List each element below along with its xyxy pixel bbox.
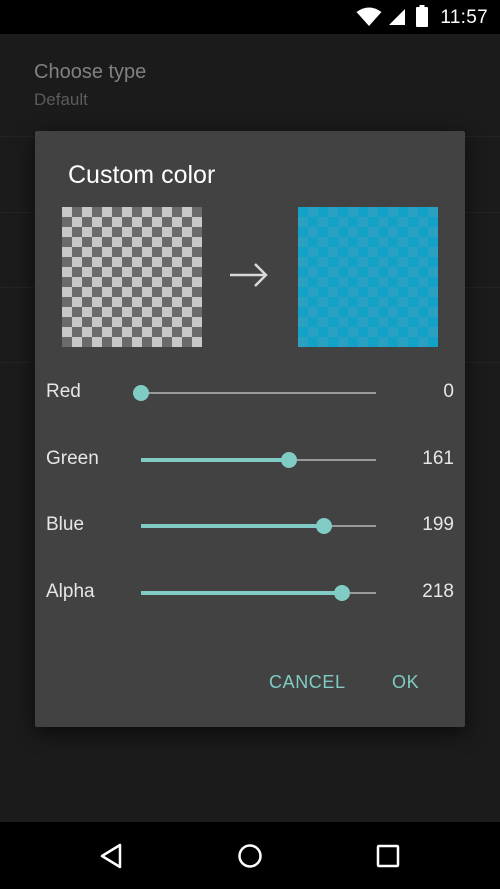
slider-thumb[interactable] — [316, 518, 333, 534]
cancel-button[interactable]: CANCEL — [269, 672, 346, 693]
status-bar: 11:57 — [0, 0, 500, 34]
slider-thumb[interactable] — [333, 585, 350, 601]
status-time: 11:57 — [440, 7, 488, 28]
slider-value: 199 — [422, 514, 454, 535]
custom-color-dialog: Custom color Red 0 Green 161 Blue 199 Al… — [35, 131, 465, 727]
slider-row-red: Red 0 — [35, 373, 465, 413]
slider-row-green: Green 161 — [35, 440, 465, 480]
recents-icon[interactable] — [376, 844, 400, 868]
battery-icon — [416, 5, 428, 27]
blue-slider[interactable] — [141, 518, 376, 534]
slider-value: 0 — [443, 381, 454, 402]
slider-label: Green — [46, 448, 99, 469]
screen: 11:57 Choose type Default Custom color R… — [0, 0, 500, 889]
green-slider[interactable] — [141, 452, 376, 468]
slider-thumb[interactable] — [281, 452, 298, 468]
slider-row-blue: Blue 199 — [35, 506, 465, 546]
slider-fill — [141, 524, 325, 528]
slider-label: Red — [46, 381, 81, 402]
dialog-title: Custom color — [68, 161, 216, 189]
slider-value: 218 — [422, 581, 454, 602]
red-slider[interactable] — [133, 385, 376, 401]
slider-thumb[interactable] — [133, 385, 149, 401]
back-icon[interactable] — [99, 843, 125, 869]
slider-label: Alpha — [46, 581, 95, 602]
navigation-bar — [0, 822, 500, 889]
slider-fill — [141, 591, 342, 595]
slider-label: Blue — [46, 514, 85, 535]
wifi-icon — [356, 7, 382, 26]
new-color-preview — [298, 207, 438, 347]
ok-button[interactable]: OK — [392, 672, 419, 693]
slider-row-alpha: Alpha 218 — [35, 573, 465, 613]
slider-value: 161 — [422, 448, 454, 469]
alpha-slider[interactable] — [141, 585, 376, 601]
cellular-signal-icon — [389, 9, 405, 25]
home-icon[interactable] — [237, 843, 263, 869]
original-color-preview — [62, 207, 202, 347]
arrow-right-icon — [230, 263, 268, 287]
slider-fill — [141, 458, 290, 462]
